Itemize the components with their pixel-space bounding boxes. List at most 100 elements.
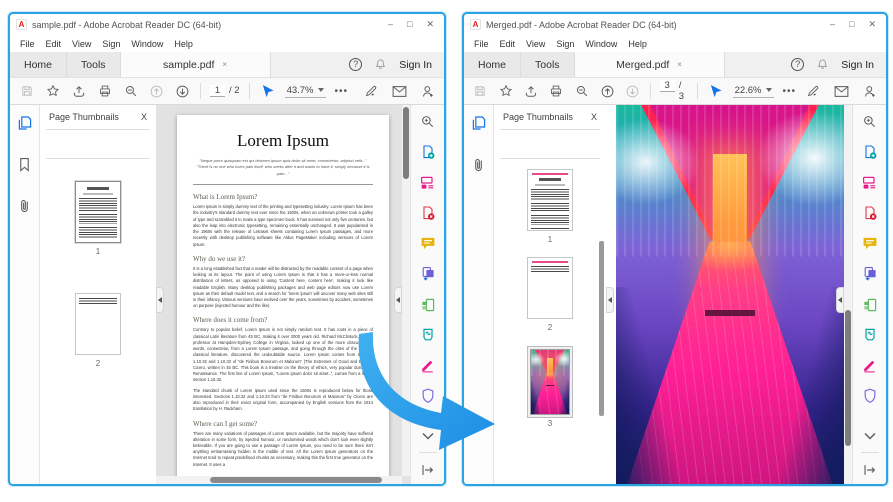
- previous-page-icon[interactable]: [148, 82, 165, 101]
- collapse-tools-handle[interactable]: [394, 287, 402, 313]
- notification-bell-icon[interactable]: [816, 58, 829, 71]
- select-tool-cursor-icon[interactable]: [707, 82, 723, 101]
- tab-tools[interactable]: Tools: [67, 52, 121, 77]
- panel-close-icon[interactable]: X: [141, 112, 147, 122]
- horizontal-scrollbar[interactable]: [156, 476, 402, 484]
- more-tools-button[interactable]: •••: [335, 86, 349, 97]
- menu-edit[interactable]: Edit: [500, 39, 516, 49]
- minimize-button[interactable]: –: [388, 19, 393, 30]
- vertical-scrollbar[interactable]: [844, 105, 852, 484]
- more-tools-chevron-icon[interactable]: [861, 427, 878, 444]
- menu-sign[interactable]: Sign: [102, 39, 120, 49]
- maximize-button[interactable]: □: [407, 19, 412, 30]
- collapse-tools-handle[interactable]: [836, 287, 844, 313]
- fill-sign-icon[interactable]: [861, 357, 878, 374]
- signature-pen-icon[interactable]: [805, 82, 822, 101]
- menu-sign[interactable]: Sign: [556, 39, 574, 49]
- email-envelope-icon[interactable]: [391, 82, 408, 101]
- menu-view[interactable]: View: [72, 39, 91, 49]
- page-number-field[interactable]: 3 / 3: [660, 80, 689, 102]
- tab-close-icon[interactable]: ×: [222, 60, 227, 69]
- combine-files-icon[interactable]: [419, 266, 436, 283]
- zoom-out-icon[interactable]: [122, 82, 139, 101]
- page-thumbnails-icon[interactable]: [17, 115, 33, 131]
- comment-icon[interactable]: [861, 235, 878, 252]
- account-person-icon[interactable]: [419, 82, 436, 101]
- menu-help[interactable]: Help: [174, 39, 193, 49]
- search-tools-icon[interactable]: [419, 113, 436, 130]
- menu-edit[interactable]: Edit: [46, 39, 62, 49]
- menu-view[interactable]: View: [526, 39, 545, 49]
- star-icon[interactable]: [497, 82, 513, 101]
- search-tools-icon[interactable]: [861, 113, 878, 130]
- thumbnail-page-1[interactable]: 1: [40, 181, 156, 256]
- panel-close-icon[interactable]: X: [591, 112, 597, 122]
- tab-home[interactable]: Home: [10, 52, 67, 77]
- page-number-field[interactable]: 1 / 2: [210, 85, 240, 97]
- tab-tools[interactable]: Tools: [521, 52, 575, 77]
- signature-pen-icon[interactable]: [363, 82, 380, 101]
- organize-pages-icon[interactable]: [419, 174, 436, 191]
- zoom-level-dropdown[interactable]: 43.7%: [285, 85, 326, 98]
- export-pdf-icon[interactable]: [861, 205, 878, 222]
- thumbnails-scrollbar[interactable]: [599, 105, 604, 484]
- titlebar[interactable]: A sample.pdf - Adobe Acrobat Reader DC (…: [10, 14, 444, 35]
- menu-file[interactable]: File: [474, 39, 489, 49]
- tab-document[interactable]: sample.pdf ×: [121, 52, 271, 77]
- thumbnail-page-2[interactable]: 2: [40, 293, 156, 368]
- tab-home[interactable]: Home: [464, 52, 521, 77]
- next-page-icon[interactable]: [624, 82, 640, 101]
- request-signatures-icon[interactable]: [861, 327, 878, 344]
- menu-window[interactable]: Window: [131, 39, 163, 49]
- attachments-paperclip-icon[interactable]: [472, 157, 485, 173]
- maximize-button[interactable]: □: [849, 19, 854, 30]
- zoom-out-icon[interactable]: [574, 82, 590, 101]
- export-pdf-icon[interactable]: [419, 205, 436, 222]
- attachments-paperclip-icon[interactable]: [18, 198, 31, 214]
- combine-files-icon[interactable]: [861, 266, 878, 283]
- save-icon[interactable]: [18, 82, 35, 101]
- email-envelope-icon[interactable]: [833, 82, 850, 101]
- collapse-panel-handle[interactable]: [606, 287, 614, 313]
- create-pdf-icon[interactable]: [419, 144, 436, 161]
- expand-pane-icon[interactable]: [861, 461, 878, 478]
- menu-help[interactable]: Help: [628, 39, 647, 49]
- sign-in-button[interactable]: Sign In: [399, 59, 432, 71]
- close-button[interactable]: ✕: [868, 19, 876, 30]
- account-person-icon[interactable]: [861, 82, 878, 101]
- edit-pdf-icon[interactable]: [419, 296, 436, 313]
- organize-pages-icon[interactable]: [861, 174, 878, 191]
- star-icon[interactable]: [44, 82, 61, 101]
- tab-close-icon[interactable]: ×: [677, 60, 682, 69]
- current-page-input[interactable]: 3: [660, 80, 675, 92]
- expand-pane-icon[interactable]: [419, 461, 436, 478]
- more-tools-button[interactable]: •••: [783, 86, 797, 97]
- save-icon[interactable]: [472, 82, 488, 101]
- share-upload-icon[interactable]: [523, 82, 539, 101]
- tab-document[interactable]: Merged.pdf ×: [575, 52, 725, 77]
- protect-icon[interactable]: [861, 388, 878, 405]
- titlebar[interactable]: A Merged.pdf - Adobe Acrobat Reader DC (…: [464, 14, 886, 35]
- print-icon[interactable]: [96, 82, 113, 101]
- print-icon[interactable]: [548, 82, 564, 101]
- thumbnail-page-2[interactable]: 2: [494, 257, 606, 332]
- comment-icon[interactable]: [419, 235, 436, 252]
- minimize-button[interactable]: –: [830, 19, 835, 30]
- collapse-panel-handle[interactable]: [156, 287, 164, 313]
- previous-page-icon[interactable]: [599, 82, 615, 101]
- next-page-icon[interactable]: [174, 82, 191, 101]
- create-pdf-icon[interactable]: [861, 144, 878, 161]
- menu-file[interactable]: File: [20, 39, 35, 49]
- close-button[interactable]: ✕: [426, 19, 434, 30]
- current-page-input[interactable]: 1: [210, 85, 225, 97]
- thumbnail-page-3[interactable]: 3: [494, 349, 606, 428]
- share-upload-icon[interactable]: [70, 82, 87, 101]
- zoom-level-dropdown[interactable]: 22.6%: [733, 85, 774, 98]
- page-thumbnails-icon[interactable]: [471, 115, 487, 131]
- edit-pdf-icon[interactable]: [861, 296, 878, 313]
- menu-window[interactable]: Window: [585, 39, 617, 49]
- notification-bell-icon[interactable]: [374, 58, 387, 71]
- bookmarks-icon[interactable]: [18, 157, 31, 172]
- select-tool-cursor-icon[interactable]: [259, 82, 276, 101]
- sign-in-button[interactable]: Sign In: [841, 59, 874, 71]
